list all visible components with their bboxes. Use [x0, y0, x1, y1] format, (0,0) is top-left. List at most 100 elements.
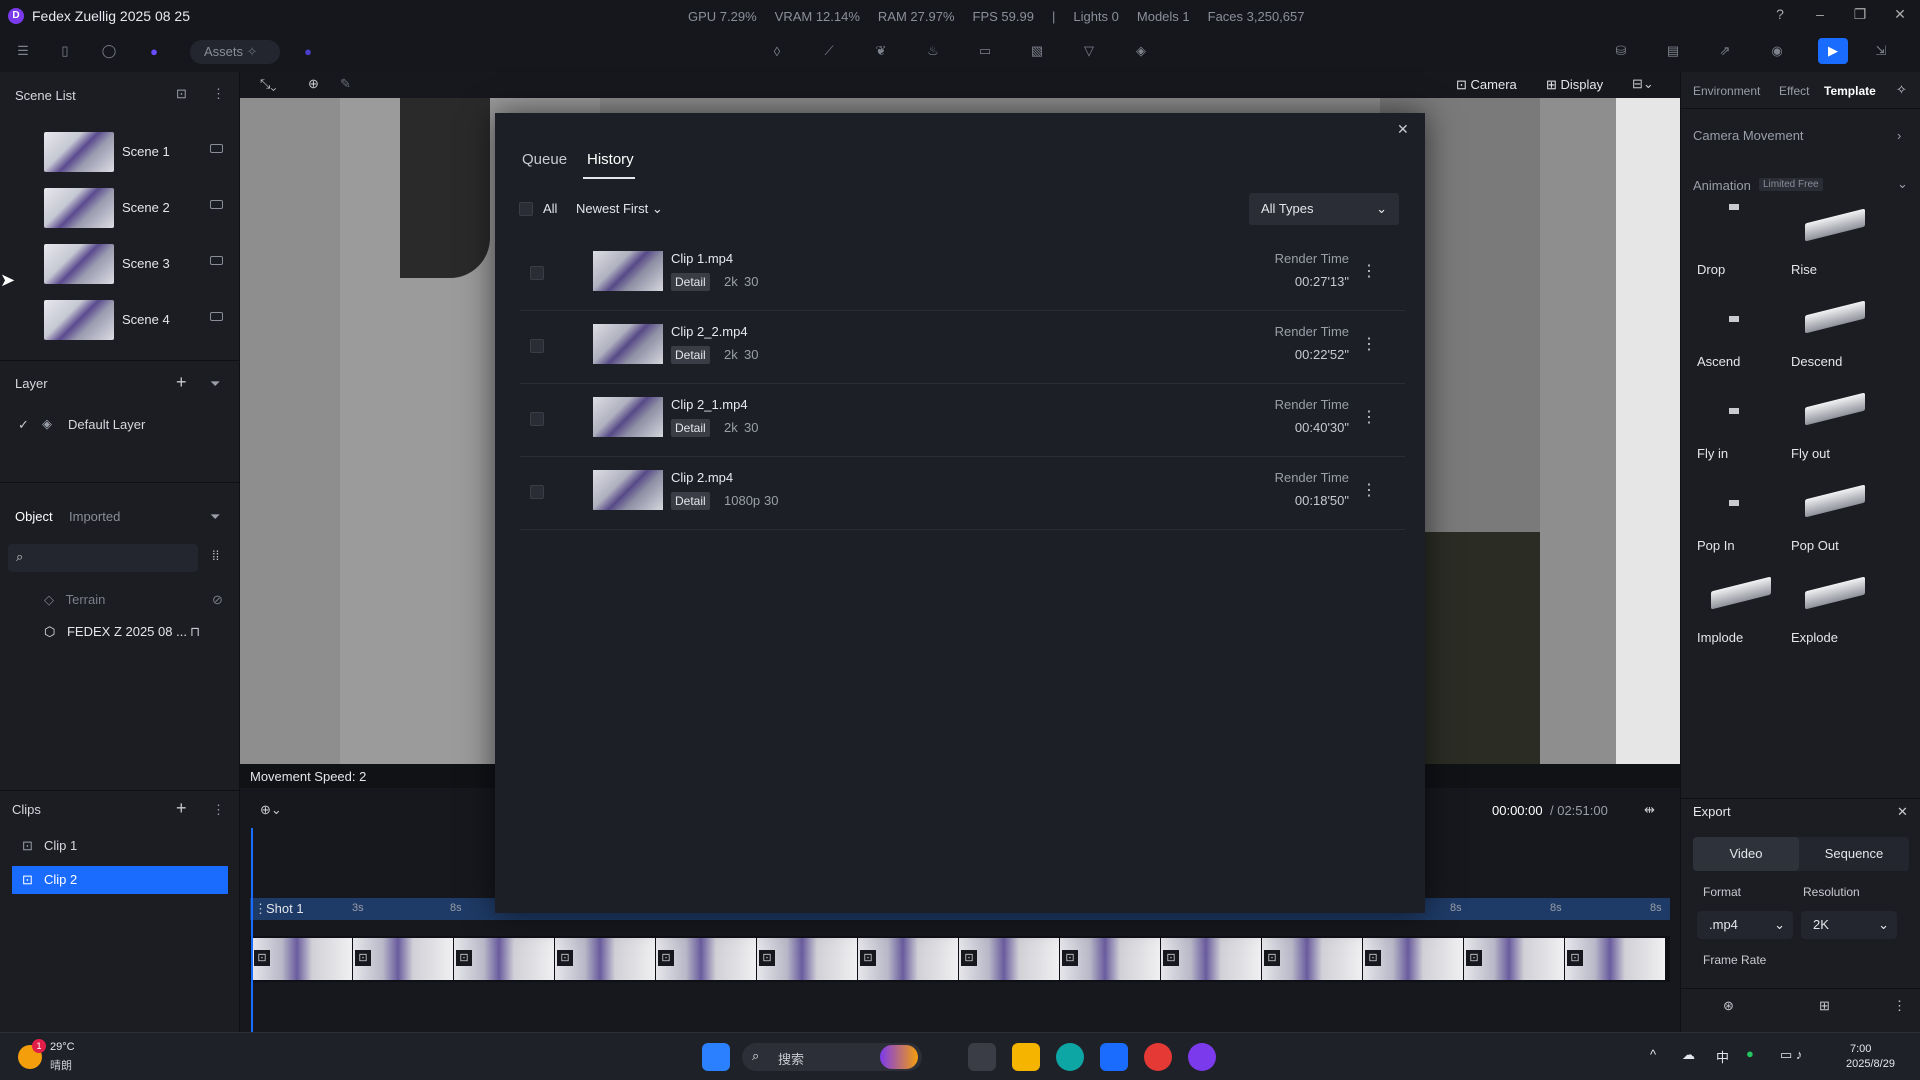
object-search-input[interactable]: ⌕ — [8, 544, 198, 572]
scene-camera-icon[interactable] — [210, 312, 223, 321]
camera-menu[interactable]: ⊡ Camera — [1456, 77, 1517, 93]
camera-movement-label[interactable]: Camera Movement — [1693, 128, 1804, 143]
tray-chevron-icon[interactable]: ^ — [1650, 1047, 1656, 1062]
gallery-icon[interactable]: ▤ — [1662, 40, 1684, 62]
add-clip-icon[interactable]: + — [176, 798, 187, 819]
menu-icon[interactable]: ☰ — [12, 40, 34, 62]
lock-icon[interactable]: ⊓ — [190, 624, 200, 640]
close-dialog-button[interactable]: ✕ — [1397, 121, 1409, 138]
scene-camera-icon[interactable] — [210, 200, 223, 209]
task-view-icon[interactable] — [968, 1043, 996, 1071]
chat-icon[interactable]: ◯ — [98, 40, 120, 62]
magic-icon[interactable]: ✧ — [1896, 82, 1907, 98]
display-menu[interactable]: ⊞ Display — [1546, 77, 1603, 93]
playhead[interactable] — [251, 828, 253, 1032]
detail-tag[interactable]: Detail — [671, 346, 710, 364]
animation-item[interactable]: Rise — [1787, 202, 1883, 288]
screenshot-icon[interactable]: ◉ — [1766, 40, 1788, 62]
wechat-icon[interactable]: ● — [1746, 1046, 1754, 1061]
clip-row[interactable]: ⊡ Clip 1 — [12, 832, 228, 860]
type-filter-dropdown[interactable]: All Types ⌄ — [1249, 193, 1399, 225]
export-icon[interactable]: ⇲ — [1870, 40, 1892, 62]
scene-camera-icon[interactable] — [210, 144, 223, 153]
animation-item[interactable]: Fly out — [1787, 386, 1883, 472]
light-icon[interactable]: ◊ — [766, 40, 788, 62]
image-icon[interactable]: ▧ — [1026, 40, 1048, 62]
network-volume-icon[interactable]: ▭ ♪ — [1780, 1047, 1802, 1063]
scene-item[interactable]: Scene 3 — [44, 242, 234, 286]
add-scene-icon[interactable]: ⊡ — [176, 86, 187, 102]
history-row[interactable]: Clip 1.mp4 Detail 2k 30 Render Time 00:27'13"… — [520, 239, 1405, 311]
assets-pill[interactable]: Assets ✧ — [190, 40, 280, 64]
cloud-render-icon[interactable]: ⛁ — [1610, 40, 1632, 62]
select-all-checkbox[interactable] — [519, 202, 533, 216]
close-window-button[interactable]: ✕ — [1890, 6, 1910, 23]
taskbar-search-input[interactable]: ⌕ 搜索 — [742, 1043, 922, 1071]
grid-view-icon[interactable]: ⁞⁞ — [212, 548, 219, 563]
tab-environment[interactable]: Environment — [1693, 84, 1760, 98]
resolution-select[interactable]: 2K ⌄ — [1801, 911, 1897, 939]
tab-imported[interactable]: Imported — [69, 509, 120, 524]
animation-item[interactable]: Descend — [1787, 294, 1883, 380]
object-row[interactable]: ⬡ FEDEX Z 2025 08 ... — [44, 624, 187, 640]
path-icon[interactable]: ⟋ — [818, 40, 840, 62]
row-checkbox[interactable] — [530, 339, 544, 353]
tab-history[interactable]: History — [587, 151, 634, 168]
detail-tag[interactable]: Detail — [671, 492, 710, 510]
pen-icon[interactable]: ✎ — [340, 76, 351, 92]
globe-icon[interactable]: ⊕ — [308, 76, 319, 92]
shot-filmstrip[interactable]: ⊡ ⊡ ⊡ ⊡ ⊡ ⊡ ⊡ ⊡ ⊡ ⊡ ⊡ ⊡ ⊡ ⊡ — [250, 936, 1670, 982]
close-export-icon[interactable]: ✕ — [1897, 804, 1908, 820]
row-more-icon[interactable]: ⋮ — [1361, 480, 1377, 500]
leaf-icon[interactable]: ❦ — [870, 40, 892, 62]
render-settings-icon[interactable]: ⊛ — [1723, 998, 1734, 1014]
row-more-icon[interactable]: ⋮ — [1361, 407, 1377, 427]
chevron-down-icon[interactable]: ⌄ — [1897, 176, 1908, 192]
tab-sequence[interactable]: Sequence — [1801, 837, 1907, 871]
ime-indicator[interactable]: 中 — [1716, 1047, 1729, 1066]
row-checkbox[interactable] — [530, 412, 544, 426]
edge-icon[interactable] — [1056, 1043, 1084, 1071]
row-more-icon[interactable]: ⋮ — [1361, 261, 1377, 281]
tab-queue[interactable]: Queue — [522, 151, 567, 168]
onedrive-icon[interactable]: ☁ — [1682, 1047, 1695, 1063]
scene-more-icon[interactable]: ⋮ — [212, 86, 225, 102]
d5-render-app-icon[interactable] — [1188, 1043, 1216, 1071]
animation-item[interactable]: Pop In — [1693, 478, 1789, 564]
minimize-button[interactable]: – — [1810, 6, 1830, 22]
object-row[interactable]: ◇ Terrain — [44, 592, 105, 608]
animation-item[interactable]: Pop Out — [1787, 478, 1883, 564]
scene-camera-icon[interactable] — [210, 256, 223, 265]
file-explorer-icon[interactable] — [1012, 1043, 1040, 1071]
add-shot-icon[interactable]: ⊕⌄ — [260, 802, 282, 818]
camera-track-icon[interactable]: ▭ — [974, 40, 996, 62]
row-more-icon[interactable]: ⋮ — [1361, 334, 1377, 354]
scene-item[interactable]: Scene 4 — [44, 298, 234, 342]
annotation-icon[interactable]: ▽ — [1078, 40, 1100, 62]
detail-tag[interactable]: Detail — [671, 419, 710, 437]
transform-icon[interactable]: ⤡⌄ — [260, 76, 277, 92]
animation-item[interactable]: Ascend — [1693, 294, 1789, 380]
add-layer-icon[interactable]: + — [176, 372, 187, 393]
teamviewer-icon[interactable] — [1100, 1043, 1128, 1071]
tab-object[interactable]: Object — [15, 509, 53, 524]
help-icon[interactable]: ? — [1770, 6, 1790, 22]
hidden-eye-icon[interactable]: ⊘ — [212, 592, 223, 608]
layer-visible-check-icon[interactable]: ✓ — [18, 417, 29, 433]
default-layer-label[interactable]: Default Layer — [68, 417, 145, 432]
start-button[interactable] — [702, 1043, 730, 1071]
fit-timeline-icon[interactable]: ⇹ — [1644, 802, 1655, 818]
chevron-right-icon[interactable]: › — [1897, 128, 1901, 143]
layers-icon[interactable]: ◈ — [1130, 40, 1152, 62]
ai-orb-icon[interactable]: ● — [143, 40, 165, 62]
ai-assistant-icon[interactable]: ● — [297, 40, 319, 62]
history-row[interactable]: Clip 2_2.mp4 Detail 2k 30 Render Time 00:22'5… — [520, 312, 1405, 384]
history-row[interactable]: Clip 2_1.mp4 Detail 2k 30 Render Time 00:40'3… — [520, 385, 1405, 457]
view-mode-icon[interactable]: ⊟⌄ — [1632, 76, 1654, 92]
animation-item[interactable]: Explode — [1787, 570, 1883, 656]
file-icon[interactable]: ▯ — [54, 40, 76, 62]
scene-item[interactable]: Scene 1 — [44, 130, 234, 174]
clips-more-icon[interactable]: ⋮ — [212, 802, 225, 818]
sort-dropdown[interactable]: Newest First ⌄ — [576, 201, 663, 217]
render-queue-icon[interactable]: ⊞ — [1819, 998, 1830, 1014]
